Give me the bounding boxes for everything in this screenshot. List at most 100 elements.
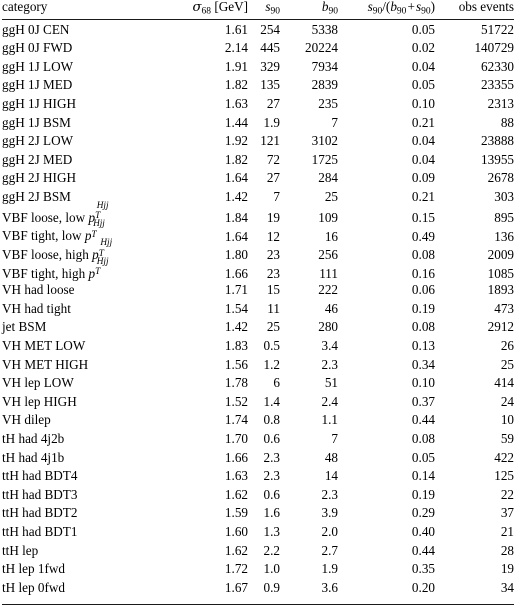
- cell-obs-events: 51722: [481, 21, 514, 37]
- cell-s90: 23: [266, 247, 280, 263]
- cell-obs-events: 2678: [487, 170, 514, 186]
- category-label-text: VBF tight, low: [2, 228, 85, 244]
- cell-category: ttH had BDT2: [2, 506, 168, 525]
- pt-superscript-hjj: Hjj: [96, 255, 109, 266]
- cell-s90: 23: [266, 265, 280, 281]
- category-label-text: jet BSM: [2, 319, 47, 335]
- cell-obs-events: 22: [500, 486, 514, 502]
- cell-b90: 280: [318, 319, 338, 335]
- table-row: VBF tight, low p Hjj T 1.64 12 16 0.49 136: [2, 219, 514, 246]
- cell-purity: 0.20: [338, 581, 435, 605]
- cell-obs-events: 59: [500, 431, 514, 447]
- category-label-text: VBF tight, high: [2, 265, 89, 281]
- pt-superscript-hjj: Hjj: [100, 236, 113, 247]
- cell-sigma68: 1.64: [224, 228, 248, 244]
- column-header-b90: b90: [280, 0, 338, 20]
- pt-subscript-t: T: [95, 266, 101, 277]
- cell-b90: 14: [324, 468, 338, 484]
- cell-s90: 11: [267, 300, 280, 316]
- category-results-table: category σ68 [GeV] s90 b90 s90/(b90+s90)…: [2, 0, 514, 605]
- table-row: ggH 2J HIGH 1.64 27 284 0.09 2678: [2, 171, 514, 190]
- cell-s90: 1.9: [263, 114, 280, 130]
- category-label-text: VBF loose, high: [2, 247, 93, 263]
- cell-purity: 0.10: [411, 375, 435, 391]
- table-row: VH lep HIGH 1.52 1.4 2.4 0.37 24: [2, 395, 514, 414]
- pt-hjj-math: p Hjj T: [88, 256, 120, 280]
- category-label-text: tH had 4j2b: [2, 431, 65, 447]
- table-row: ttH lep 1.62 2.2 2.7 0.44 28: [2, 544, 514, 563]
- sigma-subscript: 68: [201, 6, 212, 17]
- cell-b90: 20224: [305, 40, 338, 56]
- table-row: ttH had BDT3 1.62 0.6 2.3 0.19 22: [2, 488, 514, 507]
- cell-category: VH dilep: [2, 413, 168, 432]
- cell-category: ttH had BDT1: [2, 525, 168, 544]
- cell-s90: 2.3: [263, 449, 280, 465]
- pt-superscript-hjj: Hjj: [96, 199, 109, 210]
- cell-s90: 0.5: [263, 337, 280, 353]
- cell-purity: 0.05: [411, 77, 435, 93]
- cell-b90: 16: [324, 228, 338, 244]
- cell-purity: 0.08: [411, 431, 435, 447]
- table-header-row: category σ68 [GeV] s90 b90 s90/(b90+s90)…: [2, 0, 514, 20]
- cell-s90: 1.2: [263, 356, 280, 372]
- column-header-obs-events: obs events: [435, 0, 514, 20]
- purity-s2-subscript: 90: [421, 6, 431, 17]
- cell-purity: 0.15: [411, 209, 435, 225]
- cell-purity: 0.19: [411, 486, 435, 502]
- cell-b90: 235: [318, 96, 338, 112]
- cell-purity: 0.21: [411, 189, 435, 205]
- cell-b90: 7934: [311, 58, 338, 74]
- cell-obs-events: 473: [494, 300, 514, 316]
- table-row: ggH 1J LOW 1.91 329 7934 0.04 62330: [2, 60, 514, 79]
- cell-category: ggH 1J BSM: [2, 116, 168, 135]
- cell-b90: 256: [318, 247, 338, 263]
- cell-sigma68: 1.59: [224, 505, 248, 521]
- column-header-category: category: [2, 0, 168, 20]
- category-label-text: VH MET LOW: [2, 337, 86, 353]
- cell-category: VBF tight, high p Hjj T: [2, 256, 168, 284]
- cell-b90: 5338: [311, 21, 338, 37]
- table-row: VBF tight, high p Hjj T 1.66 23 111 0.16 1085: [2, 256, 514, 284]
- results-table-container: category σ68 [GeV] s90 b90 s90/(b90+s90)…: [0, 0, 516, 605]
- cell-b90: 48: [324, 449, 338, 465]
- cell-s90: 2.2: [263, 542, 280, 558]
- cell-sigma68: 1.83: [224, 337, 248, 353]
- table-row: tH lep 1fwd 1.72 1.0 1.9 0.35 19: [2, 562, 514, 581]
- cell-s90: 0.6: [263, 486, 280, 502]
- cell-purity: 0.49: [411, 228, 435, 244]
- cell-purity: 0.14: [411, 468, 435, 484]
- purity-b-subscript: 90: [396, 6, 407, 17]
- cell-category: ttH had BDT4: [2, 469, 168, 488]
- cell-sigma68: 1.64: [224, 170, 248, 186]
- cell-obs-events: 422: [494, 449, 514, 465]
- cell-sigma68: 1.72: [224, 561, 248, 577]
- cell-purity: 0.05: [411, 449, 435, 465]
- category-label-text: VH had tight: [2, 300, 71, 316]
- cell-s90: 135: [260, 77, 280, 93]
- cell-s90: 27: [266, 96, 280, 112]
- cell-sigma68: 2.14: [224, 40, 248, 56]
- cell-sigma68: 1.67: [168, 581, 248, 605]
- cell-s90: 0.8: [263, 412, 280, 428]
- table-row: VH MET HIGH 1.56 1.2 2.3 0.34 25: [2, 356, 514, 377]
- cell-obs-events: 62330: [481, 58, 514, 74]
- category-label-text: VH had loose: [2, 282, 75, 298]
- cell-obs-events: 140729: [474, 40, 514, 56]
- table-row: VH dilep 1.74 0.8 1.1 0.44 10: [2, 413, 514, 432]
- cell-category: ggH 1J LOW: [2, 60, 168, 79]
- table-row: VBF loose, high p Hjj T 1.80 23 256 0.08 2009: [2, 237, 514, 265]
- table-row: ggH 2J LOW 1.92 121 3102 0.04 23888: [2, 134, 514, 153]
- cell-obs-events: 37: [500, 505, 514, 521]
- cell-s90: 1.0: [263, 561, 280, 577]
- table-row: tH had 4j1b 1.66 2.3 48 0.05 422: [2, 451, 514, 470]
- cell-b90: 222: [318, 282, 338, 298]
- cell-sigma68: 1.82: [224, 77, 248, 93]
- cell-b90: 3.9: [321, 505, 338, 521]
- cell-purity: 0.37: [411, 393, 435, 409]
- category-label-text: ggH 1J HIGH: [2, 96, 76, 112]
- cell-obs-events: 1893: [487, 282, 514, 298]
- cell-s90: 254: [260, 21, 280, 37]
- cell-sigma68: 1.62: [224, 486, 248, 502]
- table-row: VH MET LOW 1.83 0.5 3.4 0.13 26: [2, 339, 514, 358]
- cell-b90: 3.6: [280, 581, 338, 605]
